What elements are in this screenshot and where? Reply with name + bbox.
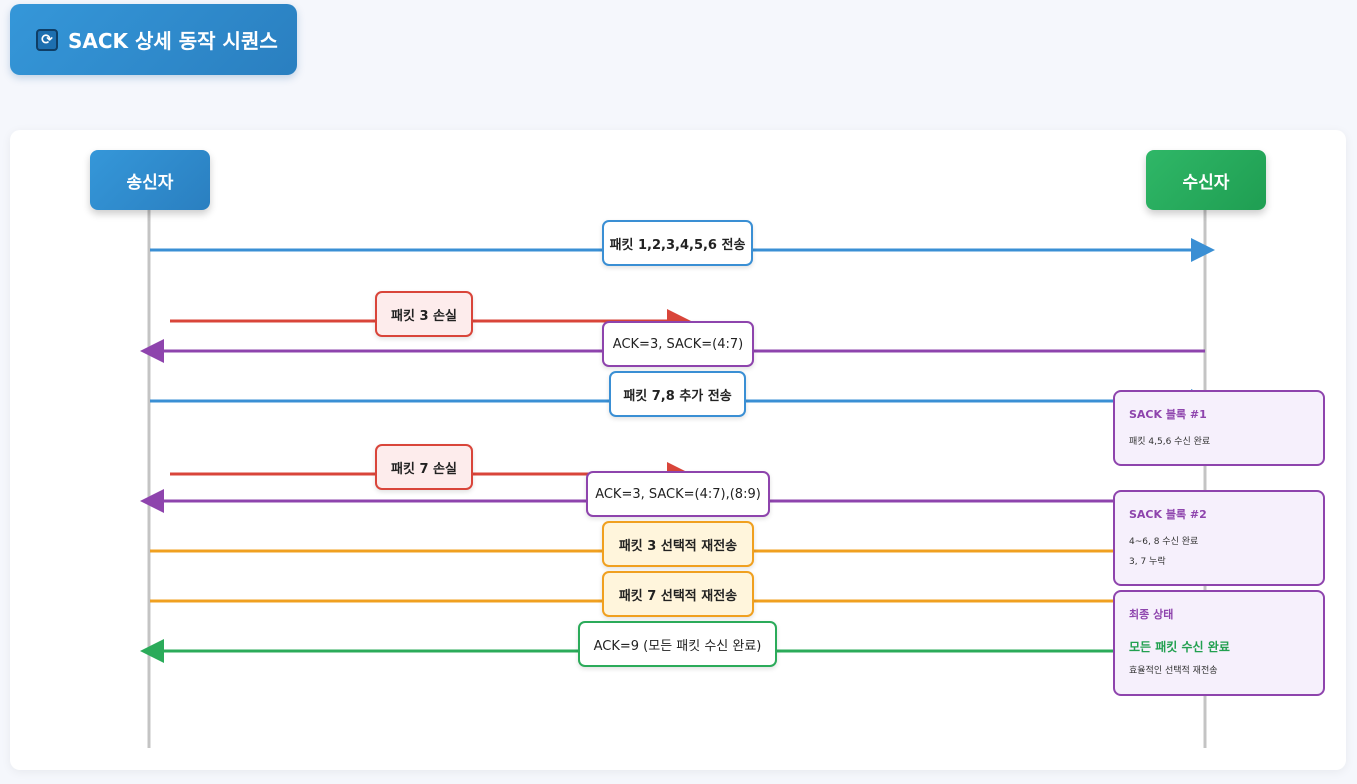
retransmit-label-packet7: 패킷 7 선택적 재전송 xyxy=(602,571,754,617)
ack-final-label: ACK=9 (모든 패킷 수신 완료) xyxy=(578,621,777,667)
note-final-state: 최종 상태 모든 패킷 수신 완료 효율적인 선택적 재전송 xyxy=(1113,590,1325,696)
ack-label-2: ACK=3, SACK=(4:7),(8:9) xyxy=(586,471,770,517)
note-title: SACK 블록 #2 xyxy=(1129,508,1207,521)
message-label-m2: 패킷 7,8 추가 전송 xyxy=(609,371,746,417)
note-text: 패킷 4,5,6 수신 완료 xyxy=(1129,437,1211,447)
message-label-m1: 패킷 1,2,3,4,5,6 전송 xyxy=(602,220,753,266)
note-text: 3, 7 누락 xyxy=(1129,557,1166,567)
ack-label-1: ACK=3, SACK=(4:7) xyxy=(602,321,754,367)
note-title: SACK 블록 #1 xyxy=(1129,408,1207,421)
note-text: 효율적인 선택적 재전송 xyxy=(1129,666,1218,676)
loss-label-packet3: 패킷 3 손실 xyxy=(375,291,473,337)
sender-actor: 송신자 xyxy=(90,150,210,210)
note-sack-block-1: SACK 블록 #1 패킷 4,5,6 수신 완료 xyxy=(1113,390,1325,466)
note-sack-block-2: SACK 블록 #2 4~6, 8 수신 완료 3, 7 누락 xyxy=(1113,490,1325,586)
loss-label-packet7: 패킷 7 손실 xyxy=(375,444,473,490)
note-highlight: 모든 패킷 수신 완료 xyxy=(1129,640,1230,654)
note-text: 4~6, 8 수신 완료 xyxy=(1129,537,1199,547)
note-title: 최종 상태 xyxy=(1129,608,1174,621)
retransmit-label-packet3: 패킷 3 선택적 재전송 xyxy=(602,521,754,567)
receiver-actor: 수신자 xyxy=(1146,150,1266,210)
